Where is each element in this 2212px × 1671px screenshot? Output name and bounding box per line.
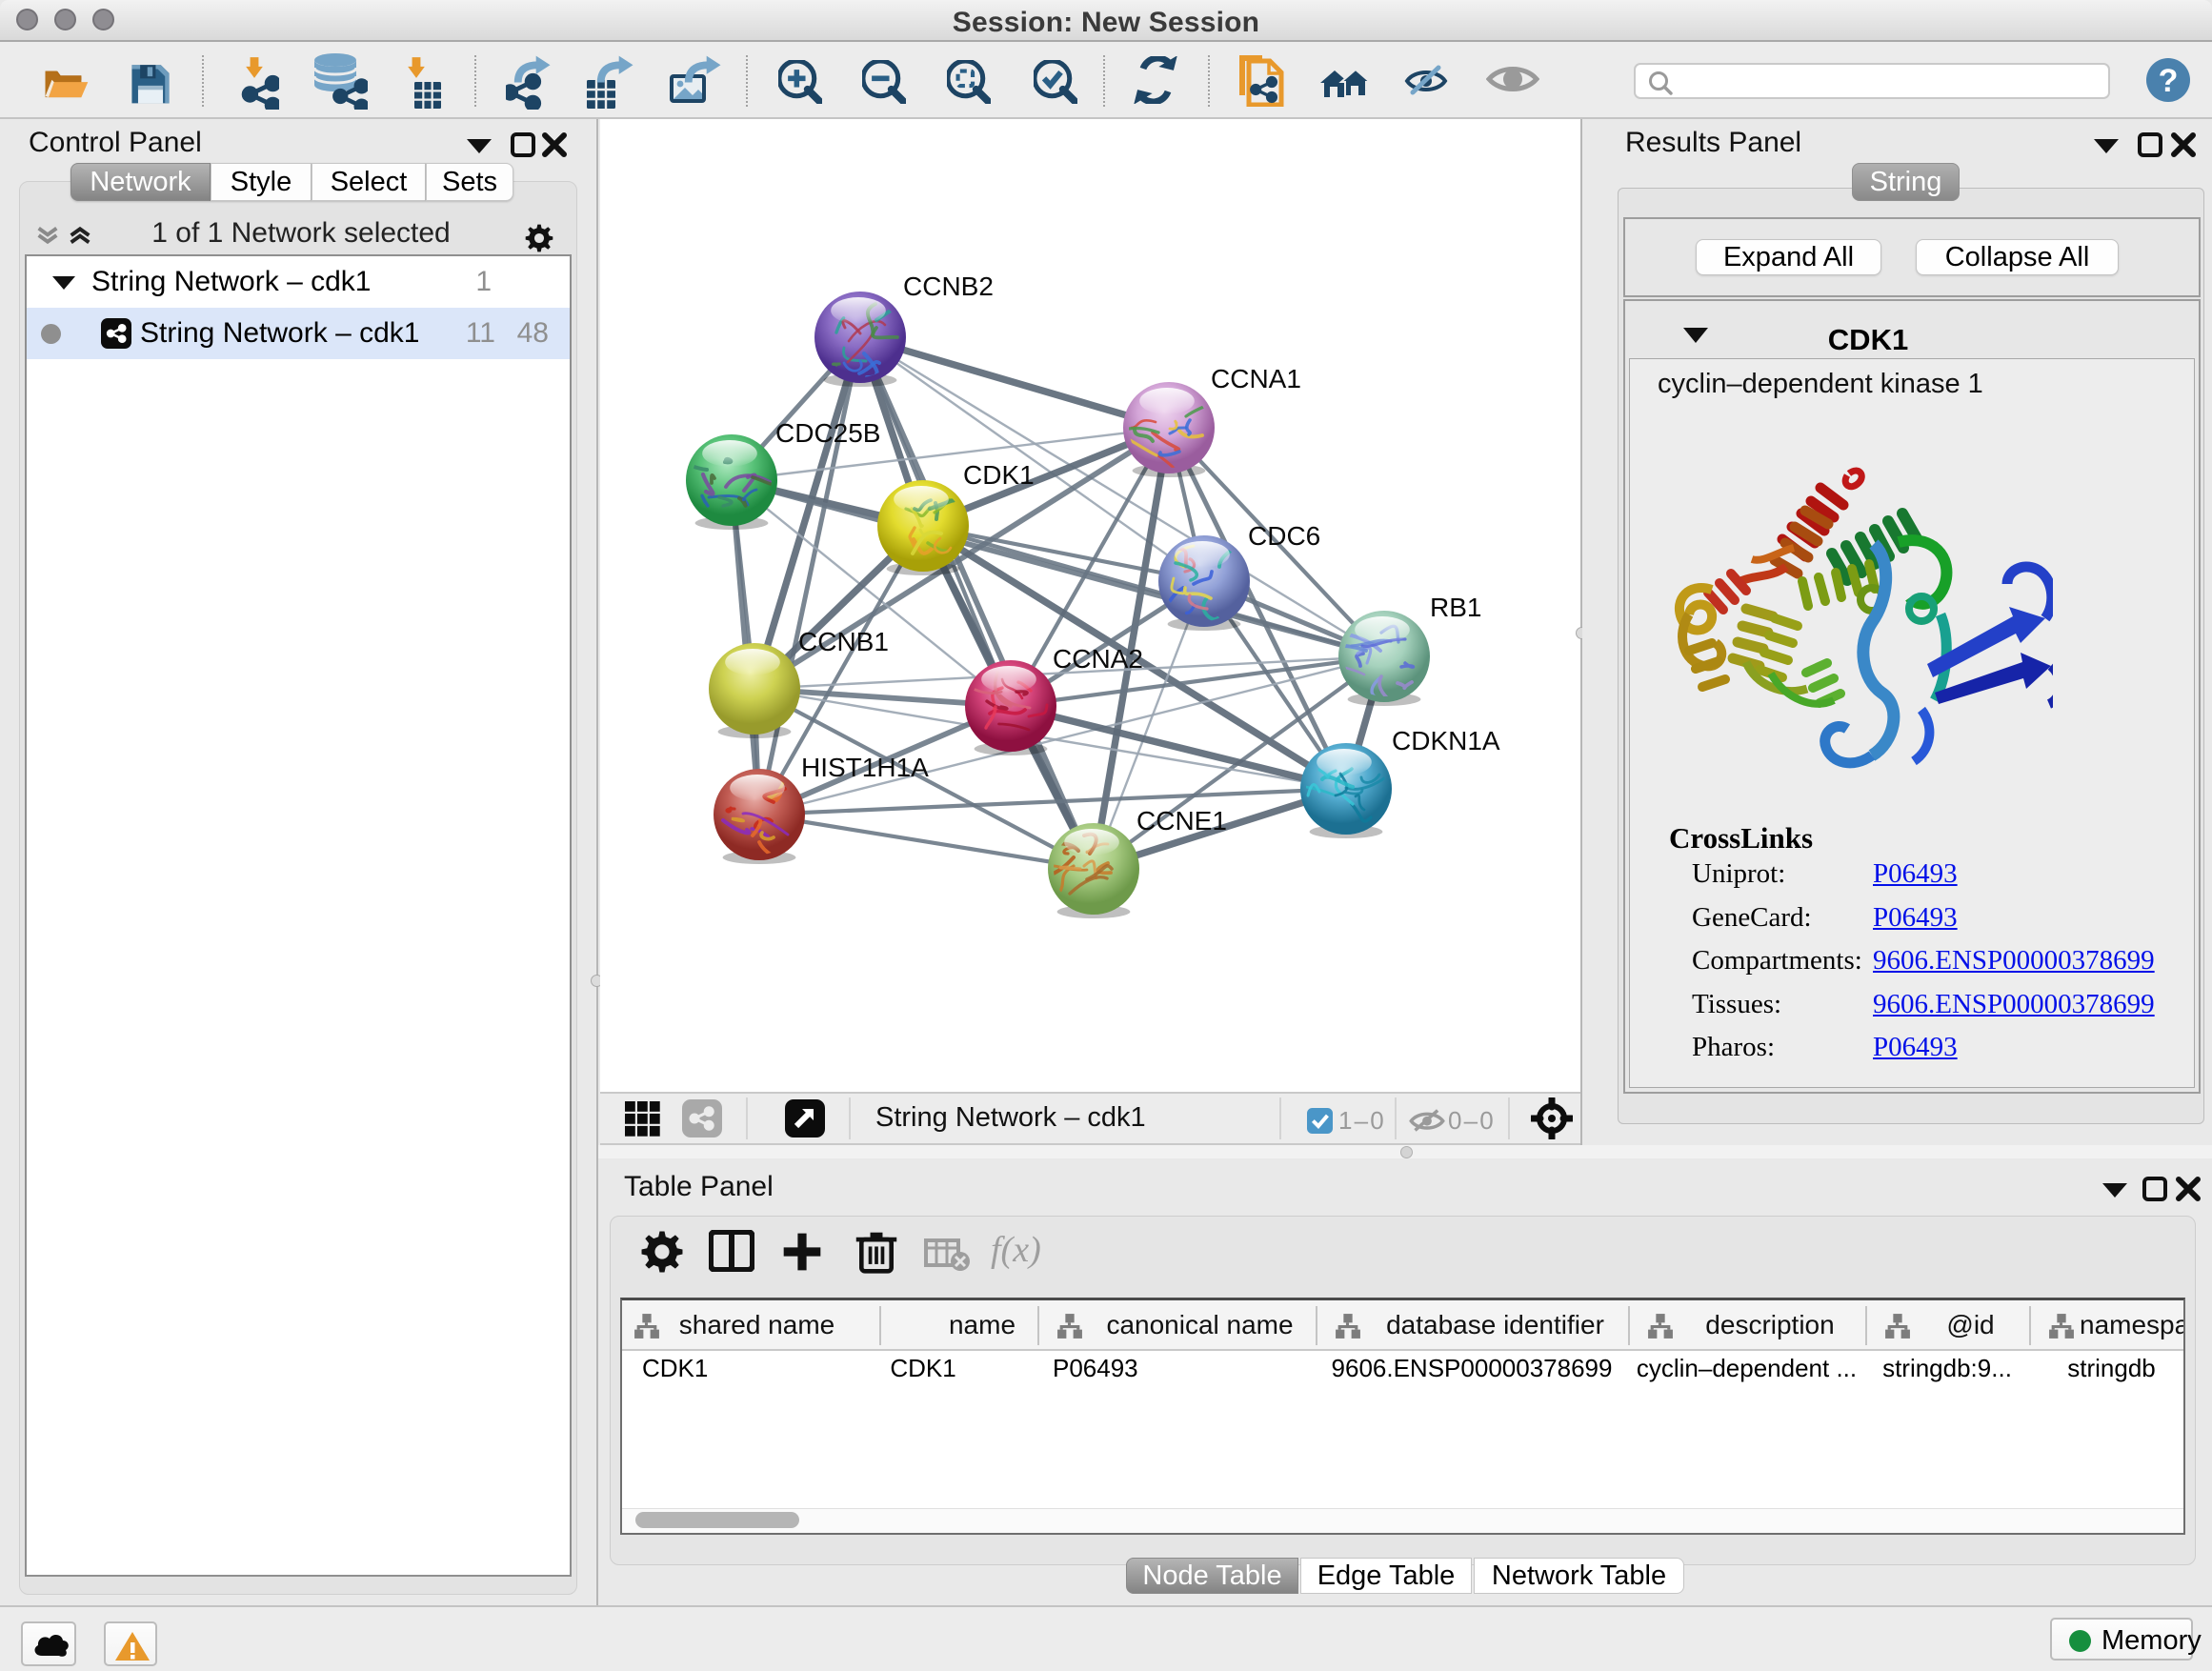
svg-text:CDC6: CDC6 (1248, 521, 1320, 551)
svg-text:CDC25B: CDC25B (775, 418, 880, 448)
svg-text:RB1: RB1 (1430, 593, 1481, 622)
svg-text:CDK1: CDK1 (963, 460, 1035, 490)
svg-text:CCNA2: CCNA2 (1053, 644, 1143, 674)
svg-text:HIST1H1A: HIST1H1A (801, 753, 929, 782)
svg-text:?: ? (2159, 63, 2179, 99)
svg-text:CCNA1: CCNA1 (1211, 364, 1301, 393)
svg-text:CCNB1: CCNB1 (798, 627, 889, 656)
svg-text:CDKN1A: CDKN1A (1392, 726, 1500, 755)
svg-text:CCNB2: CCNB2 (903, 272, 994, 301)
svg-text:CCNE1: CCNE1 (1136, 806, 1227, 836)
